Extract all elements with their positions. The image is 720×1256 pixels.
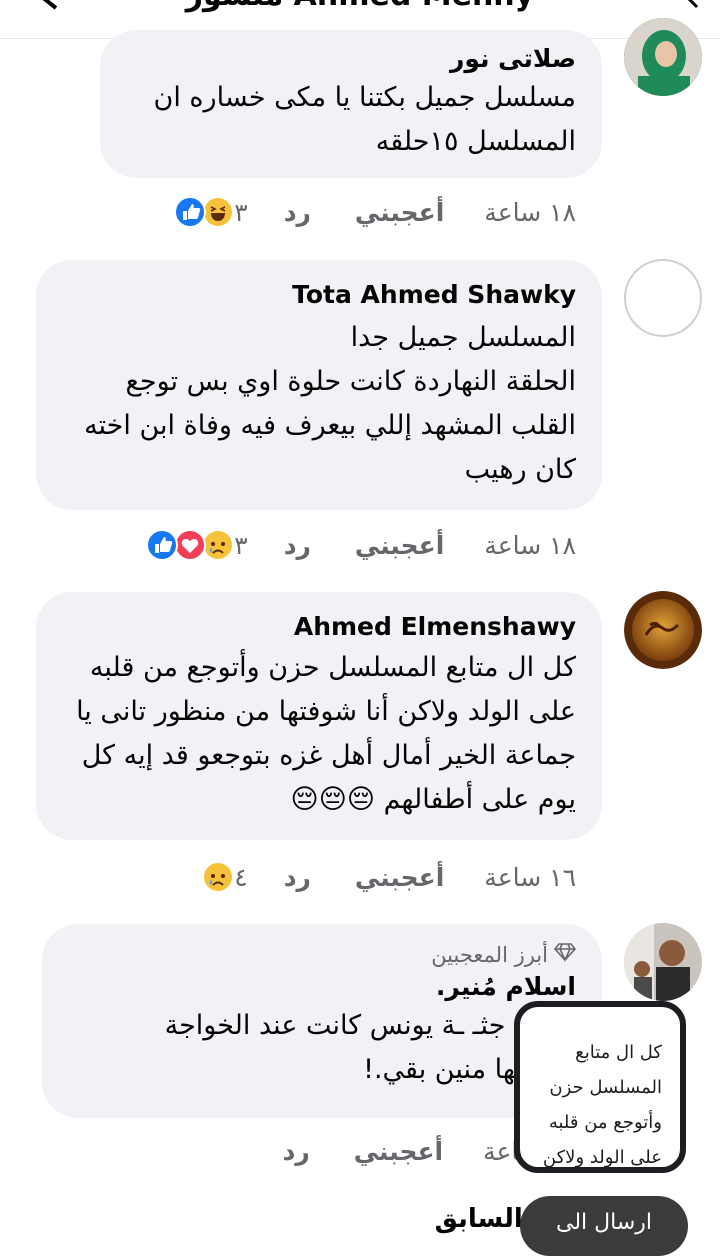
like-button[interactable]: أعجبني — [355, 863, 444, 892]
send-to-button[interactable]: ارسال الى — [520, 1196, 688, 1256]
comment-time[interactable]: ١٨ ساعة — [484, 198, 576, 227]
reply-button[interactable]: رد — [284, 863, 311, 892]
sad-reaction-icon — [202, 861, 235, 893]
comment-actions: ١٨ ساعة أعجبني رد ٣ — [146, 529, 576, 561]
reaction-count: ٤ — [234, 862, 248, 892]
more-icon[interactable] — [680, 0, 700, 14]
comment-author[interactable]: اسلام مُنير. — [68, 970, 576, 1004]
top-fan-label: أبرز المعجبين — [431, 943, 548, 967]
post-title: منشور Ahmed Menny — [0, 0, 720, 13]
comment-text: المسلسل جميل جدا الحلقة النهاردة كانت حل… — [84, 322, 576, 485]
comment-actions: ١٨ ساعة أعجبني رد ٣ — [174, 196, 576, 228]
quote-preview-popup[interactable]: كل ال متابع المسلسل حزن وأتوجع من قلبه ع… — [514, 1001, 686, 1173]
avatar[interactable] — [624, 259, 702, 337]
comment-author[interactable]: صلاتى نور — [126, 42, 576, 76]
comment-text: كل ال متابع المسلسل حزن وأتوجع من قلبه ع… — [76, 652, 576, 815]
avatar[interactable] — [624, 591, 702, 669]
reply-button[interactable]: رد — [283, 1137, 310, 1166]
comment-bubble: Ahmed Elmenshawy كل ال متابع المسلسل حزن… — [36, 592, 602, 840]
reaction-summary[interactable]: ٤ — [202, 861, 257, 893]
comment-time[interactable]: ١٨ ساعة — [484, 531, 576, 560]
like-button[interactable]: أعجبني — [354, 1137, 443, 1166]
reaction-summary[interactable]: ٣ — [146, 529, 257, 561]
reply-button[interactable]: رد — [284, 198, 311, 227]
avatar[interactable] — [624, 18, 702, 96]
comment-actions: ساعة أعجبني رد — [257, 1137, 541, 1166]
reaction-summary[interactable]: ٣ — [174, 196, 257, 228]
avatar[interactable] — [624, 923, 702, 1001]
top-fan-badge: أبرز المعجبين — [68, 940, 577, 970]
like-button[interactable]: أعجبني — [355, 531, 444, 560]
comment-author[interactable]: Ahmed Elmenshawy — [62, 610, 576, 644]
comment-actions: ١٦ ساعة أعجبني رد ٤ — [202, 861, 576, 893]
comment-bubble: صلاتى نور مسلسل جميل بكتنا يا مكى خساره … — [100, 30, 602, 178]
like-button[interactable]: أعجبني — [355, 198, 444, 227]
reaction-count: ٣ — [234, 197, 248, 227]
diamond-icon — [553, 940, 577, 970]
comment-text: مسلسل جميل بكتنا يا مكى خساره ان المسلسل… — [153, 82, 577, 157]
like-reaction-icon — [174, 196, 207, 228]
like-reaction-icon — [146, 529, 179, 561]
haha-reaction-icon — [202, 196, 235, 228]
comment-author[interactable]: Tota Ahmed Shawky — [62, 278, 576, 312]
popup-text: كل ال متابع المسلسل حزن وأتوجع من قلبه ع… — [542, 1042, 662, 1168]
reaction-count: ٣ — [234, 530, 248, 560]
sad-reaction-icon — [202, 529, 235, 561]
comment-bubble: Tota Ahmed Shawky المسلسل جميل جدا الحلق… — [36, 260, 602, 510]
comment-text: لطة.. جثـ ـة يونس كانت عند الخواجة ل جاب… — [164, 1010, 576, 1085]
comment-time[interactable]: ١٦ ساعة — [484, 863, 576, 892]
reply-button[interactable]: رد — [284, 531, 311, 560]
love-reaction-icon — [174, 529, 207, 561]
